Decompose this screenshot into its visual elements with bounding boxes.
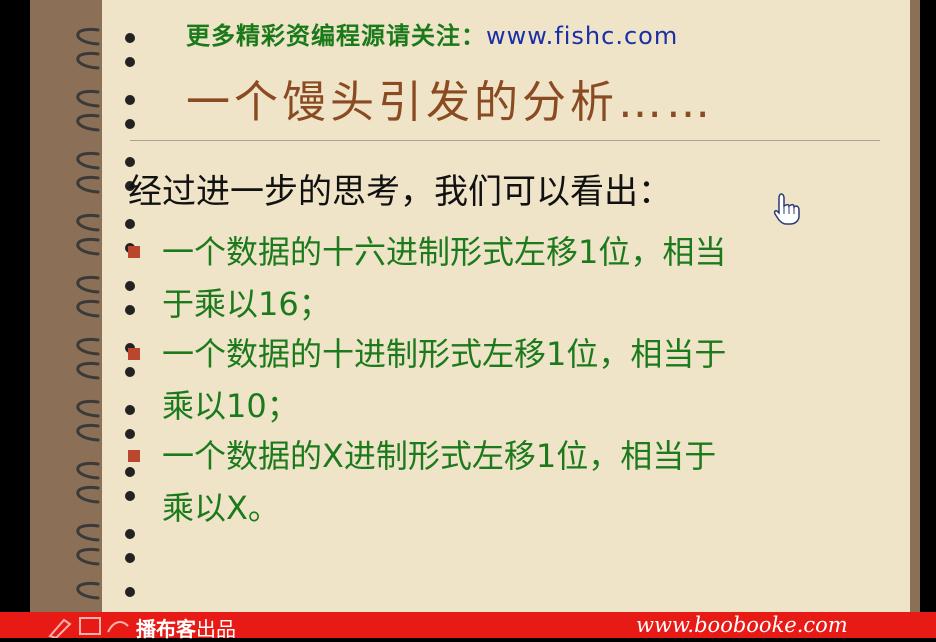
- bullet-square-icon: [128, 246, 140, 258]
- footer-brand-name: 播布客: [136, 617, 196, 641]
- video-frame: 更多精彩资编程源请关注：www.fishc.com 一个馒头引发的分析…… 经过…: [0, 0, 936, 641]
- pencil-logo-icon: [48, 617, 129, 638]
- bullet-item: 一个数据的十进制形式左移1位，相当于 乘以10；: [128, 328, 868, 432]
- bullet-line: 乘以10；: [162, 387, 299, 425]
- follow-note-prefix: 更多精彩资编程源请关注：: [186, 22, 486, 50]
- hand-pointer-cursor-icon: [773, 193, 800, 225]
- bullet-item: 一个数据的X进制形式左移1位，相当于 乘以X。: [128, 430, 868, 534]
- follow-note-url: www.fishc.com: [486, 22, 679, 50]
- footer-brand-suffix: 出品: [196, 617, 236, 641]
- bullet-square-icon: [128, 348, 140, 360]
- title-divider: [130, 140, 880, 141]
- slide-title: 一个馒头引发的分析……: [186, 77, 714, 128]
- bullet-line: 于乘以16；: [162, 285, 331, 323]
- bullet-item: 一个数据的十六进制形式左移1位，相当 于乘以16；: [128, 226, 868, 330]
- bullet-square-icon: [128, 450, 140, 462]
- bullet-line: 一个数据的X进制形式左移1位，相当于: [162, 437, 717, 475]
- bullet-line: 一个数据的十六进制形式左移1位，相当: [162, 233, 727, 271]
- bullet-line: 乘以X。: [162, 489, 280, 527]
- follow-note: 更多精彩资编程源请关注：www.fishc.com: [186, 16, 786, 52]
- bullet-line: 一个数据的十进制形式左移1位，相当于: [162, 335, 727, 373]
- footer-site: www.boobooke.com: [636, 613, 848, 637]
- footer-bar: 播布客出品 www.boobooke.com: [0, 612, 936, 641]
